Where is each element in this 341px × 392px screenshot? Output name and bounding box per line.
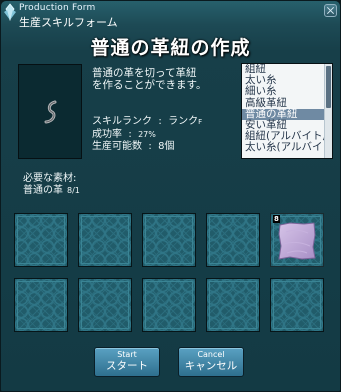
- success-rate-label: 成功率 :: [92, 128, 139, 140]
- material-slot[interactable]: [142, 213, 196, 267]
- slot-frame: [145, 281, 193, 329]
- material-slot[interactable]: [14, 278, 68, 332]
- slot-count: 8: [273, 215, 280, 223]
- skill-stats: スキルランク : ランクF 成功率 : 27% 生産可能数 : 8個: [92, 116, 202, 154]
- cancel-button-label-en: Cancel: [197, 350, 225, 359]
- window-title-jp: 生産スキルフォーム: [19, 16, 118, 29]
- material-slot[interactable]: [206, 213, 260, 267]
- crystal-icon: [4, 3, 16, 22]
- recipe-item[interactable]: 太い糸(アルバイト用): [242, 142, 332, 153]
- skill-rank-value: F: [198, 118, 203, 126]
- start-button-label-jp: スタート: [106, 360, 148, 372]
- slot-frame: [17, 281, 65, 329]
- material-slot[interactable]: [270, 278, 324, 332]
- close-icon[interactable]: [324, 4, 337, 17]
- material-slot[interactable]: [142, 278, 196, 332]
- skill-rank-row: スキルランク : ランクF: [92, 116, 202, 129]
- window-title-en: Production Form: [19, 3, 96, 13]
- leather-icon: [278, 222, 316, 260]
- item-description: 普通の革を切って革紐 を作ることができます。: [92, 67, 232, 91]
- possible-count-row: 生産可能数 : 8個: [92, 141, 202, 154]
- possible-count-value: 8個: [158, 141, 175, 153]
- production-window: Production Form 生産スキルフォーム 普通の革紐の作成 普通の革を…: [0, 0, 341, 392]
- material-row: 普通の革 8/1: [23, 181, 80, 196]
- possible-count-label: 生産可能数 :: [92, 141, 159, 153]
- title-bar[interactable]: Production Form 生産スキルフォーム: [1, 1, 340, 31]
- skill-rank-label: スキルランク : ランク: [92, 116, 199, 127]
- page-title: 普通の革紐の作成: [90, 37, 251, 59]
- item-preview: [18, 64, 82, 159]
- success-rate-row: 成功率 : 27%: [92, 129, 202, 142]
- scrollbar-thumb[interactable]: [326, 66, 331, 108]
- recipe-list[interactable]: 組紐太い糸細い糸高級革紐普通の革紐安い革紐組紐(アルバイト用)太い糸(アルバイト…: [241, 63, 333, 159]
- slot-frame: [209, 281, 257, 329]
- material-slot[interactable]: [206, 278, 260, 332]
- material-slot[interactable]: [14, 213, 68, 267]
- cancel-button-label-jp: キャンセル: [184, 360, 238, 372]
- material-slot-filled[interactable]: 8: [270, 213, 324, 267]
- material-slot[interactable]: [78, 278, 132, 332]
- material-count: 8/1: [67, 186, 80, 195]
- slot-frame: [17, 216, 65, 264]
- material-name: 普通の革: [23, 185, 63, 196]
- material-slot[interactable]: [78, 213, 132, 267]
- start-button[interactable]: Start スタート: [94, 347, 160, 377]
- cancel-button[interactable]: Cancel キャンセル: [178, 347, 244, 377]
- slot-frame: [81, 281, 129, 329]
- recipe-items: 組紐太い糸細い糸高級革紐普通の革紐安い革紐組紐(アルバイト用)太い糸(アルバイト…: [242, 64, 332, 154]
- slot-frame: [81, 216, 129, 264]
- description-line-1: 普通の革を切って革紐: [92, 67, 197, 79]
- description-line-2: を作ることができます。: [92, 79, 207, 91]
- leather-strap-icon: [44, 100, 57, 124]
- recipe-scrollbar[interactable]: [324, 64, 332, 158]
- slot-frame: [209, 216, 257, 264]
- recipe-item[interactable]: 細い糸: [242, 86, 332, 97]
- success-rate-value: 27%: [138, 129, 156, 139]
- start-button-label-en: Start: [117, 350, 137, 359]
- slot-frame: [145, 216, 193, 264]
- slot-frame: [273, 281, 321, 329]
